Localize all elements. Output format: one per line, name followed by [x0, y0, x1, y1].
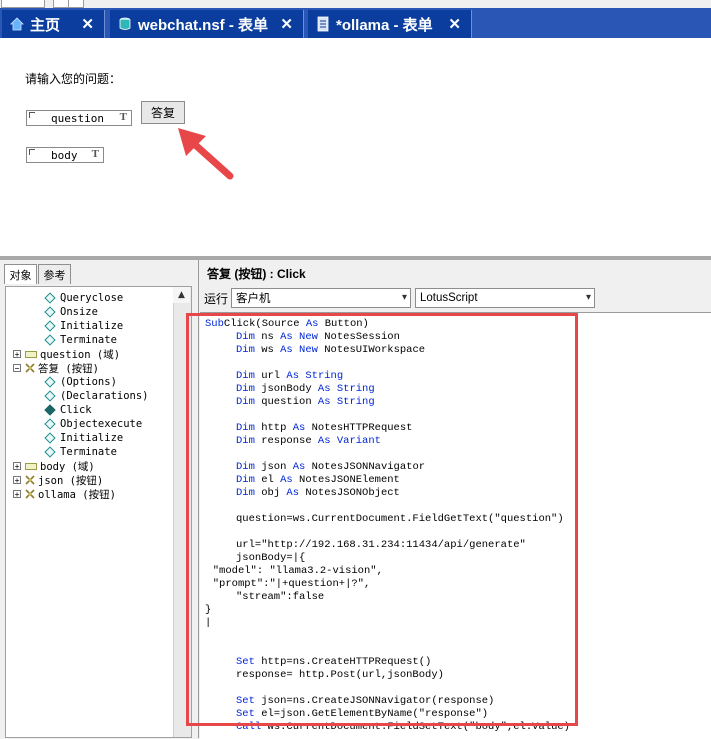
scroll-up-arrow[interactable]: ▲	[173, 287, 190, 303]
run-target-value: 客户机	[236, 293, 271, 305]
tree-item-label: Queryclose	[60, 292, 124, 304]
script-event-icon	[44, 306, 56, 318]
chevron-down-icon: ▾	[401, 292, 407, 303]
tree-item[interactable]: Initialize	[44, 319, 124, 333]
tree-item[interactable]: + json (按钮)	[13, 473, 103, 487]
field-name: question	[51, 112, 104, 125]
script-event-icon	[44, 292, 56, 304]
home-icon	[10, 17, 24, 31]
language-value: LotusScript	[420, 292, 478, 304]
tree-item[interactable]: Onsize	[44, 305, 98, 319]
tree-item-label: (Options)	[60, 376, 117, 388]
expand-icon[interactable]: +	[13, 350, 21, 359]
close-icon[interactable]: ✕	[448, 15, 461, 33]
script-event-icon	[44, 320, 56, 332]
tree-item-label: question (域)	[40, 348, 121, 361]
tab-label: *ollama - 表单	[336, 16, 433, 34]
script-event-icon	[44, 446, 56, 458]
event-title: 答复 (按钮) : Click	[207, 267, 306, 281]
expand-icon[interactable]: +	[13, 476, 21, 485]
close-icon[interactable]: ✕	[280, 15, 293, 33]
field-icon	[25, 350, 37, 358]
tree-item-label: 答复 (按钮)	[38, 362, 99, 375]
button-icon	[25, 363, 35, 373]
tree-item-label: Terminate	[60, 334, 117, 346]
tree-item[interactable]: + body (域)	[13, 459, 95, 473]
run-label: 运行	[204, 292, 229, 306]
tab-home[interactable]: 主页 ✕	[2, 10, 105, 38]
close-icon[interactable]: ✕	[81, 15, 94, 33]
tab-objects[interactable]: 对象	[4, 264, 37, 284]
tree-item[interactable]: Initialize	[44, 431, 124, 445]
text-type-icon: T	[119, 111, 127, 123]
red-arrow-annotation	[178, 128, 234, 180]
button-icon	[25, 489, 35, 499]
tree-item[interactable]: Queryclose	[44, 291, 124, 305]
field-name: body	[51, 149, 78, 162]
tree-item[interactable]: − 答复 (按钮)	[13, 361, 99, 375]
tree-item[interactable]: (Options)	[44, 375, 117, 389]
script-event-icon	[44, 404, 56, 416]
run-target-select[interactable]: 客户机 ▾	[231, 288, 411, 308]
question-prompt-label: 请输入您的问题：	[25, 72, 122, 86]
form-icon	[317, 16, 329, 32]
question-field[interactable]: question T	[26, 110, 132, 126]
tree-item[interactable]: Objectexecute	[44, 417, 143, 431]
tree-item[interactable]: Click	[44, 403, 92, 417]
body-field[interactable]: body T	[26, 147, 104, 163]
tree-item-label: body (域)	[40, 460, 95, 473]
button-icon	[25, 475, 35, 485]
chevron-down-icon: ▾	[585, 292, 591, 303]
tab-webchat[interactable]: webchat.nsf - 表单 ✕	[110, 10, 304, 38]
tree-item[interactable]: + question (域)	[13, 347, 120, 361]
toolbar-fragment	[53, 0, 69, 8]
tree-item-label: Initialize	[60, 432, 124, 444]
tab-label: webchat.nsf - 表单	[138, 16, 269, 34]
script-event-icon	[44, 432, 56, 444]
tab-ollama-form[interactable]: *ollama - 表单 ✕	[308, 10, 472, 38]
tree-item[interactable]: (Declarations)	[44, 389, 149, 403]
tree-item-label: Onsize	[60, 306, 98, 318]
tab-reference[interactable]: 参考	[38, 264, 71, 284]
text-type-icon: T	[91, 148, 99, 160]
tree-item-label: Objectexecute	[60, 418, 143, 430]
toolbar-fragment	[68, 0, 84, 8]
language-select[interactable]: LotusScript ▾	[415, 288, 595, 308]
tree-item-label: ollama (按钮)	[38, 488, 116, 501]
database-icon	[119, 17, 131, 30]
tab-label: 主页	[30, 16, 61, 34]
script-event-icon	[44, 376, 56, 388]
expand-icon[interactable]: +	[13, 490, 21, 499]
collapse-icon[interactable]: −	[13, 364, 21, 373]
tree-item[interactable]: Terminate	[44, 333, 117, 347]
script-event-icon	[44, 390, 56, 402]
tab-bar: 主页 ✕ webchat.nsf - 表单 ✕ *ollama - 表单 ✕	[0, 8, 711, 38]
tree-item-label: (Declarations)	[60, 390, 149, 402]
tree-item-label: Initialize	[60, 320, 124, 332]
field-corner-marker	[29, 112, 35, 118]
field-corner-marker	[29, 149, 35, 155]
answer-button[interactable]: 答复	[141, 101, 185, 124]
tree-item-label: json (按钮)	[38, 474, 104, 487]
toolbar-fragment	[1, 0, 45, 8]
tree-item[interactable]: Terminate	[44, 445, 117, 459]
script-event-icon	[44, 334, 56, 346]
tree-item-label: Click	[60, 404, 92, 416]
window-top-strip	[0, 0, 711, 8]
script-event-icon	[44, 418, 56, 430]
red-highlight-box	[186, 313, 578, 726]
expand-icon[interactable]: +	[13, 462, 21, 471]
tree-item-label: Terminate	[60, 446, 117, 458]
field-icon	[25, 462, 37, 470]
tree-item[interactable]: + ollama (按钮)	[13, 487, 116, 501]
